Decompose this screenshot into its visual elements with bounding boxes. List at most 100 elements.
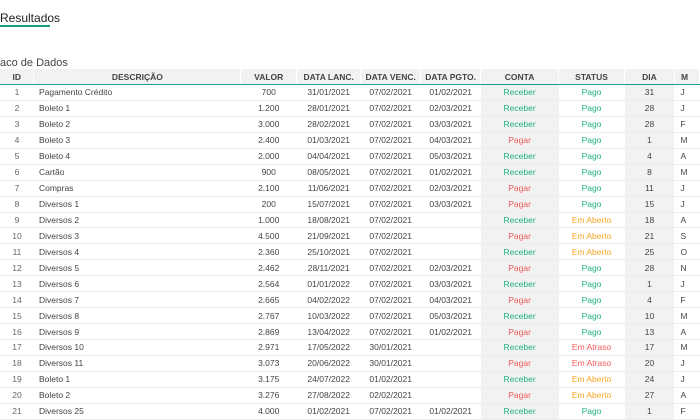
- cell-valor: 200: [240, 196, 297, 213]
- cell-data-pgto: [420, 387, 481, 404]
- table-row[interactable]: 17 Diversos 10 2.971 17/05/2022 30/01/2021 Re…: [0, 339, 700, 356]
- tab-resultados[interactable]: Resultados: [0, 0, 64, 28]
- table-row[interactable]: 12 Diversos 5 2.462 28/11/2021 07/02/2021 02/…: [0, 259, 700, 277]
- cell-status: Em Aberto: [558, 243, 625, 261]
- cell-mes: J: [674, 100, 700, 117]
- cell-valor: 2.100: [240, 180, 297, 197]
- cell-id: 13: [0, 275, 34, 293]
- cell-descricao: Boleto 1: [33, 100, 241, 117]
- cell-conta: Pagar: [480, 291, 559, 309]
- cell-dia: 21: [624, 227, 675, 245]
- cell-status: Em Aberto: [558, 227, 625, 245]
- cell-dia: 13: [624, 323, 675, 340]
- cell-id: 11: [0, 243, 34, 261]
- cell-status: Pago: [558, 116, 625, 133]
- table-row[interactable]: 15 Diversos 8 2.767 10/03/2022 07/02/2021 05/…: [0, 307, 700, 325]
- cell-descricao: Diversos 4: [33, 243, 241, 261]
- cell-descricao: Diversos 1: [33, 196, 241, 213]
- col-header-data-lanc[interactable]: DATA LANC.: [296, 69, 362, 85]
- cell-data-venc: 07/02/2021: [360, 180, 421, 197]
- cell-dia: 1: [624, 275, 675, 293]
- col-header-descricao[interactable]: DESCRIÇÃO: [33, 69, 242, 85]
- cell-data-pgto: 01/02/2021: [420, 403, 481, 420]
- cell-descricao: Boleto 2: [33, 387, 241, 404]
- cell-data-pgto: 01/02/2021: [420, 323, 481, 340]
- cell-conta: Receber: [480, 371, 559, 388]
- cell-conta: Receber: [480, 339, 559, 356]
- cell-id: 19: [0, 371, 34, 388]
- cell-descricao: Cartão: [33, 164, 241, 181]
- cell-id: 6: [0, 164, 34, 181]
- cell-data-lanc: 17/05/2022: [296, 339, 361, 356]
- table-row[interactable]: 3 Boleto 2 3.000 28/02/2021 07/02/2021 03/03/…: [0, 116, 700, 133]
- cell-conta: Receber: [480, 100, 559, 117]
- cell-status: Pago: [558, 100, 625, 117]
- cell-id: 8: [0, 196, 34, 213]
- col-header-data-pgto[interactable]: DATA PGTO.: [420, 69, 482, 85]
- table-row[interactable]: 10 Diversos 3 4.500 21/09/2021 07/02/2021 Pag…: [0, 227, 700, 245]
- col-header-mes[interactable]: M: [674, 69, 700, 85]
- cell-data-lanc: 04/02/2022: [296, 291, 361, 309]
- cell-descricao: Diversos 11: [33, 355, 241, 372]
- cell-data-pgto: 04/03/2021: [420, 291, 481, 309]
- cell-data-lanc: 28/02/2021: [296, 116, 361, 133]
- cell-conta: Pagar: [480, 196, 559, 213]
- col-header-valor[interactable]: VALOR: [240, 69, 298, 85]
- cell-dia: 18: [624, 212, 675, 229]
- table-row[interactable]: 4 Boleto 3 2.400 01/03/2021 07/02/2021 04/03/…: [0, 132, 700, 149]
- cell-conta: Pagar: [480, 355, 559, 372]
- table-row[interactable]: 8 Diversos 1 200 15/07/2021 07/02/2021 03/03/…: [0, 196, 700, 213]
- cell-conta: Pagar: [480, 227, 559, 245]
- col-header-data-venc[interactable]: DATA VENC.: [360, 69, 422, 85]
- cell-dia: 1: [624, 403, 675, 420]
- cell-valor: 2.971: [240, 339, 297, 356]
- col-header-id[interactable]: ID: [0, 69, 35, 85]
- cell-id: 12: [0, 259, 34, 277]
- cell-valor: 4.000: [240, 403, 297, 420]
- cell-data-lanc: 01/03/2021: [296, 132, 361, 149]
- cell-data-lanc: 01/01/2022: [296, 275, 361, 293]
- cell-mes: N: [674, 259, 700, 277]
- cell-dia: 17: [624, 339, 675, 356]
- table-row[interactable]: 14 Diversos 7 2.665 04/02/2022 07/02/2021 04/…: [0, 291, 700, 309]
- cell-status: Pago: [558, 291, 625, 309]
- col-header-conta[interactable]: CONTA: [480, 69, 560, 85]
- cell-dia: 28: [624, 259, 675, 277]
- cell-dia: 28: [624, 116, 675, 133]
- cell-data-venc: 07/02/2021: [360, 116, 421, 133]
- cell-dia: 4: [624, 291, 675, 309]
- cell-mes: M: [674, 164, 700, 181]
- table-row[interactable]: 18 Diversos 11 3.073 20/06/2022 30/01/2021 Pa…: [0, 355, 700, 372]
- cell-status: Pago: [558, 180, 625, 197]
- cell-data-pgto: 02/03/2021: [420, 259, 481, 277]
- cell-status: Pago: [558, 84, 625, 101]
- table-row[interactable]: 6 Cartão 900 08/05/2021 07/02/2021 01/02/2021…: [0, 164, 700, 181]
- table-row[interactable]: 20 Boleto 2 3.276 27/08/2022 02/02/2021 Pagar…: [0, 387, 700, 404]
- table-row[interactable]: 13 Diversos 6 2.564 01/01/2022 07/02/2021 03/…: [0, 275, 700, 293]
- cell-data-lanc: 15/07/2021: [296, 196, 361, 213]
- cell-data-pgto: 01/02/2021: [420, 84, 481, 101]
- cell-mes: J: [674, 196, 700, 213]
- table-row[interactable]: 7 Compras 2.100 11/06/2021 07/02/2021 02/03/2…: [0, 180, 700, 197]
- cell-data-venc: 07/02/2021: [360, 323, 421, 340]
- table-row[interactable]: 16 Diversos 9 2.869 13/04/2022 07/02/2021 01/…: [0, 323, 700, 340]
- col-header-dia[interactable]: DIA: [624, 69, 675, 85]
- table-row[interactable]: 2 Boleto 1 1.200 28/01/2021 07/02/2021 02/03/…: [0, 100, 700, 117]
- cell-conta: Pagar: [480, 323, 559, 340]
- table-row[interactable]: 5 Boleto 4 2.000 04/04/2021 07/02/2021 05/03/…: [0, 148, 700, 165]
- table-row[interactable]: 1 Pagamento Crédito 700 31/01/2021 07/02/202…: [0, 84, 700, 101]
- cell-mes: M: [674, 307, 700, 325]
- col-header-status[interactable]: STATUS: [558, 69, 626, 85]
- cell-valor: 3.175: [240, 371, 297, 388]
- cell-valor: 4.500: [240, 227, 297, 245]
- cell-valor: 2.360: [240, 243, 297, 261]
- cell-id: 17: [0, 339, 34, 356]
- section-title: aco de Dados: [0, 57, 68, 69]
- table-row[interactable]: 19 Boleto 1 3.175 24/07/2022 01/02/2021 Receb…: [0, 371, 700, 388]
- cell-mes: A: [674, 387, 700, 404]
- cell-data-pgto: [420, 227, 481, 245]
- cell-descricao: Boleto 4: [33, 148, 241, 165]
- table-row[interactable]: 11 Diversos 4 2.360 25/10/2021 07/02/2021 Rec…: [0, 243, 700, 261]
- table-row[interactable]: 21 Diversos 25 4.000 01/02/2021 07/02/2021 01…: [0, 403, 700, 420]
- table-row[interactable]: 9 Diversos 2 1.000 18/08/2021 07/02/2021 Rece…: [0, 212, 700, 229]
